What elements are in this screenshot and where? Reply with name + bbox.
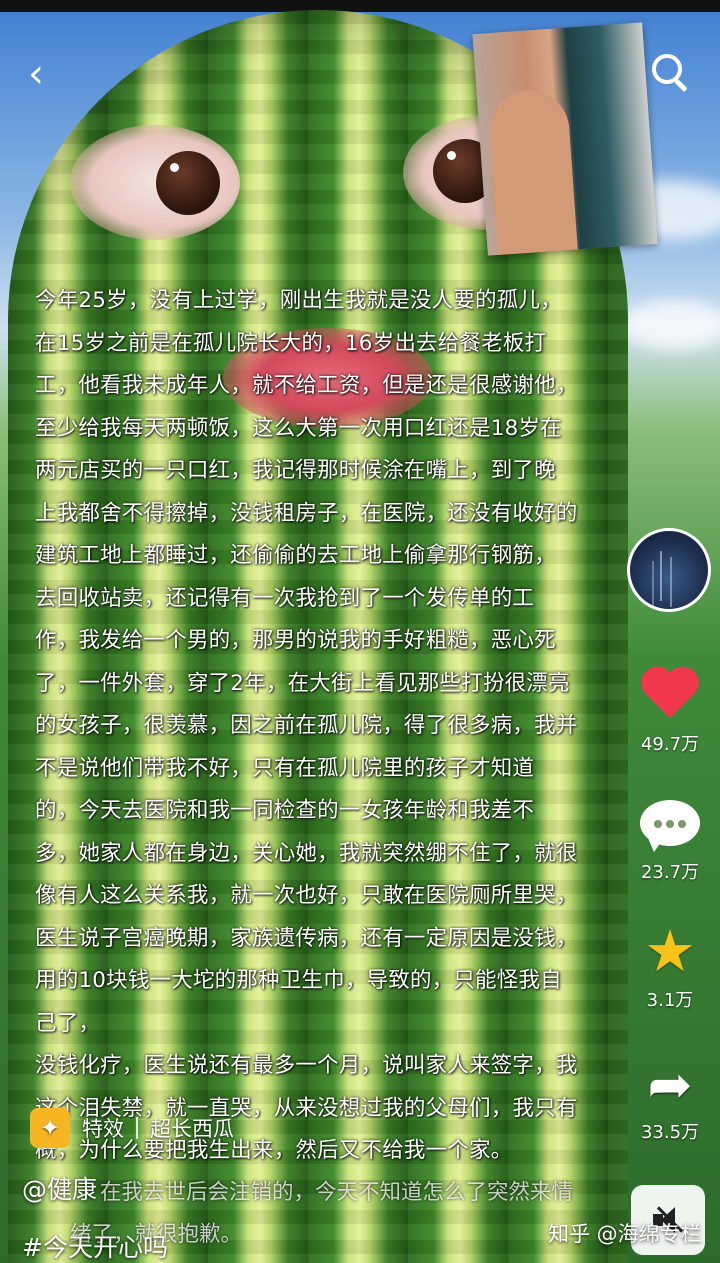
star-icon: ★ (644, 917, 696, 985)
story-line: 至少给我每天两顿饭，这么大第一次用口红还是18岁在 (35, 415, 562, 441)
share-count: 33.5万 (640, 1122, 700, 1143)
story-line: 己了， (35, 1010, 101, 1036)
story-line: 医生说子宫癌晚期，家族遗传病，还有一定原因是没钱， (35, 925, 578, 951)
comment-button[interactable]: 23.7万 (628, 800, 712, 884)
comment-icon (640, 800, 700, 852)
left-eye (70, 125, 240, 240)
story-text: 今年25岁，没有上过学，刚出生我就是没人要的孤儿， 在15岁之前是在孤儿院长大的，… (35, 280, 630, 1173)
divider (136, 1117, 138, 1139)
story-line: 在我去世后会注销的，今天不知道怎么了突然来情 (100, 1180, 574, 1205)
heart-icon (640, 668, 700, 724)
story-line: 工，他看我未成年人，就不给工资，但是还是很感谢他， (35, 373, 578, 398)
hashtag[interactable]: #今天开心吗 (22, 1228, 168, 1263)
story-line: 在15岁之前是在孤儿院长大的，16岁出去给餐老板打 (35, 330, 547, 356)
story-line: 像有人这么关系我，就一次也好，只敢在医院厕所里哭， (35, 883, 578, 908)
effect-name: 超长西瓜 (150, 1117, 234, 1141)
story-line: 不是说他们带我不好，只有在孤儿院里的孩子才知道 (35, 755, 535, 781)
story-line: 多，她家人都在身边，关心她，我就突然绷不住了，就很 (35, 840, 578, 866)
story-line: 去回收站卖，还记得有一次我抢到了一个发传单的工 (35, 585, 535, 611)
share-button[interactable]: ➦ 33.5万 (628, 1058, 712, 1144)
story-line: 两元店买的一只口红，我记得那时候涂在嘴上，到了晚 (35, 458, 556, 483)
like-count: 49.7万 (640, 734, 700, 755)
back-button[interactable]: ‹ (28, 54, 58, 94)
story-line: 用的10块钱一大坨的那种卫生巾，导致的，只能怪我自 (35, 968, 562, 993)
share-arrow-icon: ➦ (647, 1053, 693, 1116)
like-button[interactable]: 49.7万 (628, 668, 712, 756)
watermark: 知乎 @海绵专栏 (548, 1222, 702, 1246)
story-line: 了，一件外套，穿了2年，在大街上看见那些打扮很漂亮 (35, 670, 570, 696)
sparkle-icon: ✦ (30, 1108, 70, 1148)
favorite-count: 3.1万 (646, 990, 694, 1011)
video-frame[interactable]: ‹ 今年25岁，没有上过学，刚出生我就是没人要的孤儿， 在15岁之前是在孤儿院长大… (0, 0, 720, 1263)
story-line: 作，我发给一个男的，那男的说我的手好粗糙，恶心死 (35, 628, 556, 653)
story-line: 今年25岁，没有上过学，刚出生我就是没人要的孤儿， (35, 288, 562, 313)
story-line: 建筑工地上都睡过，还偷偷的去工地上偷拿那行钢筋， (35, 543, 556, 568)
favorite-button[interactable]: ★ 3.1万 (628, 922, 712, 1012)
story-line: 上我都舍不得擦掉，没钱租房子，在医院，还没有收好的 (35, 500, 578, 526)
story-line: 没钱化疗，医生说还有最多一个月，说叫家人来签字，我 (35, 1053, 578, 1078)
comment-count: 23.7万 (640, 862, 700, 883)
story-line: 的，今天去医院和我一同检查的一女孩年龄和我差不 (35, 798, 535, 823)
story-line: 的女孩子，很羡慕，因之前在孤儿院，得了很多病，我并 (35, 713, 578, 738)
effect-label: 特效 (82, 1117, 124, 1141)
search-button[interactable] (650, 52, 690, 93)
inset-photo (472, 22, 658, 256)
author-avatar[interactable] (627, 528, 711, 612)
author-name[interactable]: @健康 (22, 1170, 97, 1206)
chevron-left-icon: ‹ (28, 51, 44, 97)
cloud (620, 300, 720, 350)
effect-tag[interactable]: ✦ 特效 超长西瓜 (30, 1106, 234, 1150)
